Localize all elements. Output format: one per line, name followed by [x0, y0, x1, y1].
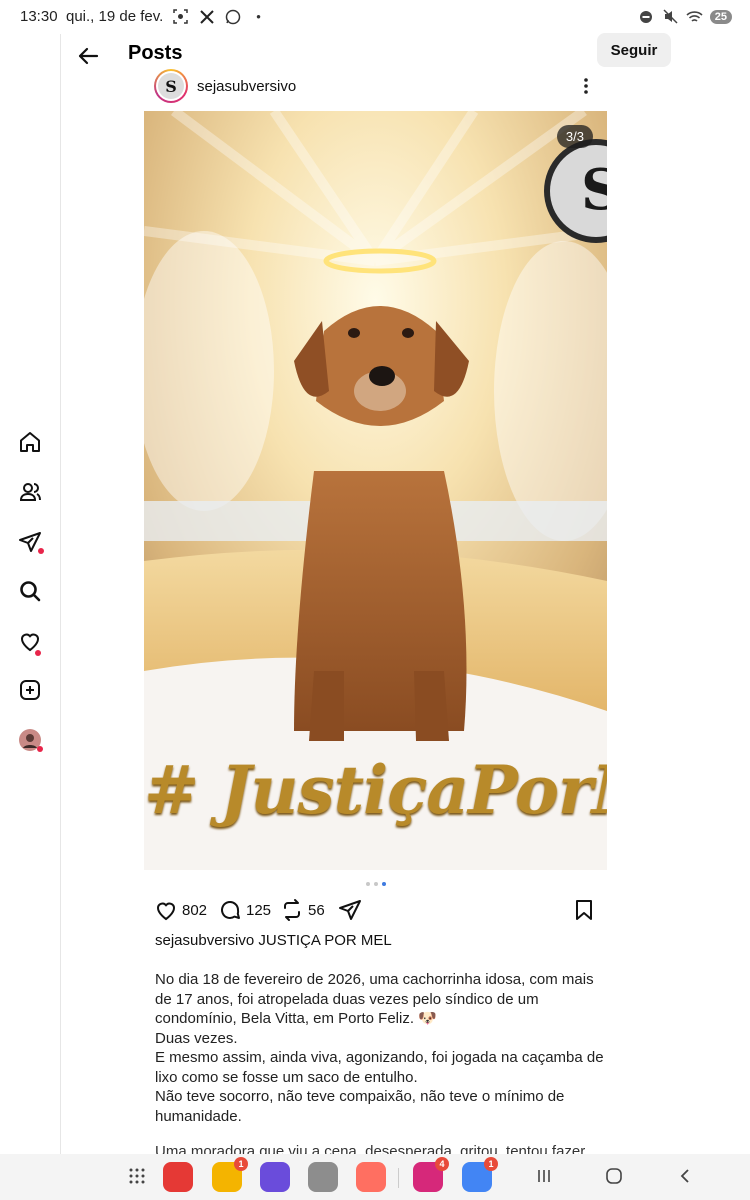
search-icon	[20, 581, 41, 602]
follow-button[interactable]: Seguir	[597, 33, 671, 67]
save-button[interactable]	[572, 898, 596, 922]
notification-badge: 1	[484, 1157, 498, 1171]
dock-divider	[398, 1168, 399, 1188]
x-icon	[198, 8, 215, 25]
body-paragraph: Duas vezes.	[155, 1029, 238, 1047]
body-paragraph: Não teve socorro, não teve compaixão, nã…	[155, 1088, 565, 1125]
comment-count: 125	[246, 901, 272, 919]
repost-icon	[284, 899, 300, 921]
corner-logo-letter: S	[581, 157, 607, 223]
caption-title: JUSTIÇA POR MEL	[258, 932, 392, 949]
notification-icons: •	[172, 8, 267, 25]
status-bar: 13:30 qui., 19 de fev. • 25	[0, 0, 750, 34]
body-paragraph: E mesmo assim, ainda viva, agonizando, f…	[155, 1049, 604, 1086]
comment-button[interactable]: 125	[218, 898, 271, 922]
post-username[interactable]: sejasubversivo	[197, 78, 296, 95]
bottom-dock: 1 4 1	[0, 1154, 750, 1200]
caption-username[interactable]: sejasubversivo	[155, 932, 254, 949]
status-time: 13:30	[20, 8, 58, 25]
page-title: Posts	[128, 42, 183, 64]
system-back-button[interactable]	[673, 1164, 697, 1188]
profile-notification-dot	[37, 746, 43, 752]
nav-create[interactable]	[14, 674, 46, 706]
back-button[interactable]	[72, 40, 104, 72]
dock-app-camera[interactable]	[308, 1162, 338, 1192]
dock-app-chrome[interactable]: 1	[462, 1157, 498, 1192]
post-image[interactable]: S 3/3 # JustiçaPorMel	[144, 111, 607, 870]
dock-app-photos[interactable]	[356, 1162, 386, 1192]
repost-button[interactable]: 56	[280, 898, 325, 922]
avatar-letter: S	[158, 73, 184, 99]
screenshot-icon	[172, 8, 189, 25]
rail-divider	[60, 34, 61, 1154]
nav-search[interactable]	[14, 575, 46, 607]
grid-icon	[129, 1168, 145, 1184]
post-body: No dia 18 de fevereiro de 2026, uma cach…	[155, 970, 605, 1126]
dock-app-notes[interactable]: 1	[212, 1157, 248, 1192]
notification-badge: 4	[435, 1157, 449, 1171]
post-avatar[interactable]: S	[154, 69, 188, 103]
like-count: 802	[182, 901, 208, 919]
carousel-dot-1	[366, 882, 370, 886]
share-button[interactable]	[338, 898, 362, 922]
wifi-icon	[686, 8, 703, 25]
dot-icon: •	[256, 9, 261, 24]
home-circle-icon	[606, 1168, 622, 1184]
dock-app-red[interactable]	[163, 1162, 193, 1192]
messages-notification-dot	[38, 548, 44, 554]
comment-icon	[221, 901, 240, 919]
dock-app-instagram[interactable]: 4	[413, 1157, 449, 1192]
mute-icon	[662, 8, 679, 25]
body-cut-line: Uma moradora que viu a cena, desesperada…	[155, 1143, 586, 1154]
battery-level: 25	[709, 9, 732, 24]
add-icon	[20, 680, 40, 700]
apps-grid-button[interactable]	[125, 1164, 149, 1188]
people-icon	[19, 483, 41, 501]
carousel-indicator	[366, 882, 386, 886]
home-icon	[20, 432, 40, 452]
home-button[interactable]	[602, 1164, 626, 1188]
heart-icon	[156, 902, 176, 921]
like-button[interactable]: 802	[154, 898, 207, 922]
body-paragraph: No dia 18 de fevereiro de 2026, uma cach…	[155, 971, 594, 1027]
carousel-dot-3	[382, 882, 386, 886]
nav-home[interactable]	[14, 426, 46, 458]
more-vertical-icon	[584, 78, 588, 94]
bookmark-icon	[576, 900, 592, 920]
more-options-button[interactable]	[578, 74, 594, 98]
recents-button[interactable]	[532, 1164, 556, 1188]
notifications-dot	[35, 650, 41, 656]
repost-count: 56	[308, 901, 325, 919]
image-hashtag-text: # JustiçaPorMel	[144, 751, 607, 829]
arrow-left-icon	[78, 47, 99, 65]
whatsapp-icon	[224, 8, 241, 25]
notification-badge: 1	[234, 1157, 248, 1171]
carousel-dot-2	[374, 882, 378, 886]
post-caption: sejasubversivo JUSTIÇA POR MEL	[155, 932, 392, 949]
image-counter: 3/3	[556, 125, 593, 148]
system-icons: 25	[638, 8, 732, 25]
do-not-disturb-icon	[638, 8, 655, 25]
status-date: qui., 19 de fev.	[66, 8, 164, 25]
recents-icon	[538, 1170, 550, 1182]
nav-reels[interactable]	[14, 476, 46, 508]
chevron-left-icon	[680, 1169, 689, 1183]
nav-notifications[interactable]	[14, 625, 46, 657]
send-icon	[339, 900, 361, 920]
dock-app-browser[interactable]	[260, 1162, 290, 1192]
